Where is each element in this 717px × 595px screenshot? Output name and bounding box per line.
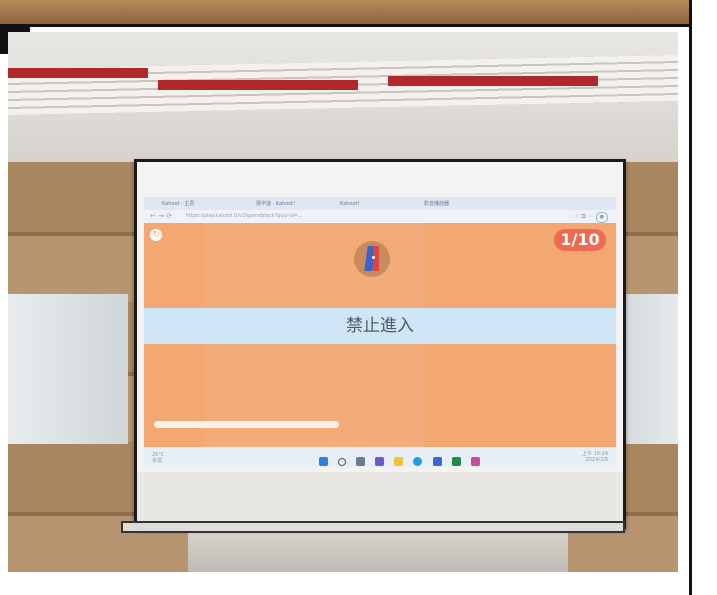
browser-tab[interactable]: 猜字謎 · Kahoot!: [256, 199, 295, 209]
browser-toolbar-icons[interactable]: ☆ ⧉ ⋯ ●: [574, 212, 608, 223]
kahoot-game-area: ↻ 1/10 禁止進入: [144, 223, 616, 447]
system-tray-clock[interactable]: 上午 10:24 2024/3/8: [582, 451, 608, 463]
excel-icon[interactable]: [451, 457, 461, 466]
profile-pill-icon[interactable]: ●: [595, 212, 608, 223]
start-menu-icon[interactable]: [319, 457, 328, 466]
question-counter-badge: 1/10: [554, 229, 606, 251]
windows-taskbar: 26°C 多雲 上午 10:24 2024/3/8: [144, 447, 616, 467]
glass-panel-left: [8, 294, 128, 444]
projector-screen: Kahoot · 主頁 猜字謎 · Kahoot! Kahoot! 影音播放器 …: [134, 159, 626, 529]
projected-browser-window: Kahoot · 主頁 猜字謎 · Kahoot! Kahoot! 影音播放器 …: [144, 197, 616, 472]
screen-bottom-bar: [121, 521, 625, 533]
page-right-border: [689, 0, 692, 595]
browser-tab[interactable]: 影音播放器: [424, 199, 449, 209]
door-icon: [354, 241, 390, 277]
classroom-photo: Kahoot · 主頁 猜字謎 · Kahoot! Kahoot! 影音播放器 …: [8, 32, 678, 572]
vent-red-stripe: [8, 68, 148, 78]
file-explorer-icon[interactable]: [394, 457, 404, 466]
browser-tab-bar: Kahoot · 主頁 猜字謎 · Kahoot! Kahoot! 影音播放器: [144, 197, 616, 210]
chat-icon[interactable]: [375, 457, 385, 466]
clock-date: 2024/3/8: [585, 457, 608, 463]
browser-address-bar[interactable]: ← → ⟳ https://play.kahoot.it/v2/gamebloc…: [144, 210, 616, 223]
prompt-band: 禁止進入: [144, 308, 616, 344]
store-icon[interactable]: [432, 457, 442, 466]
weather-widget[interactable]: 26°C 多雲: [152, 452, 164, 464]
timer-progress-bar: [154, 421, 339, 428]
browser-tab[interactable]: Kahoot · 主頁: [162, 199, 194, 209]
task-view-icon[interactable]: [356, 457, 366, 466]
edge-browser-icon[interactable]: [413, 457, 423, 466]
back-forward-reload-icons[interactable]: ← → ⟳: [150, 212, 172, 221]
browser-tab[interactable]: Kahoot!: [340, 199, 360, 209]
taskbar-app-icons: [319, 451, 485, 466]
screen-lower-margin: [137, 472, 623, 526]
page-top-frame: [0, 0, 690, 27]
podium: [188, 527, 568, 572]
search-icon[interactable]: [338, 457, 347, 466]
prompt-text: 禁止進入: [346, 316, 414, 336]
refresh-icon[interactable]: ↻: [150, 229, 162, 241]
weather-desc: 多雲: [152, 458, 163, 464]
vent-red-stripe: [158, 80, 358, 90]
vent-red-stripe: [388, 76, 598, 86]
address-url[interactable]: https://play.kahoot.it/v2/gameblock?quiz…: [186, 212, 303, 221]
app-icon[interactable]: [470, 457, 480, 466]
